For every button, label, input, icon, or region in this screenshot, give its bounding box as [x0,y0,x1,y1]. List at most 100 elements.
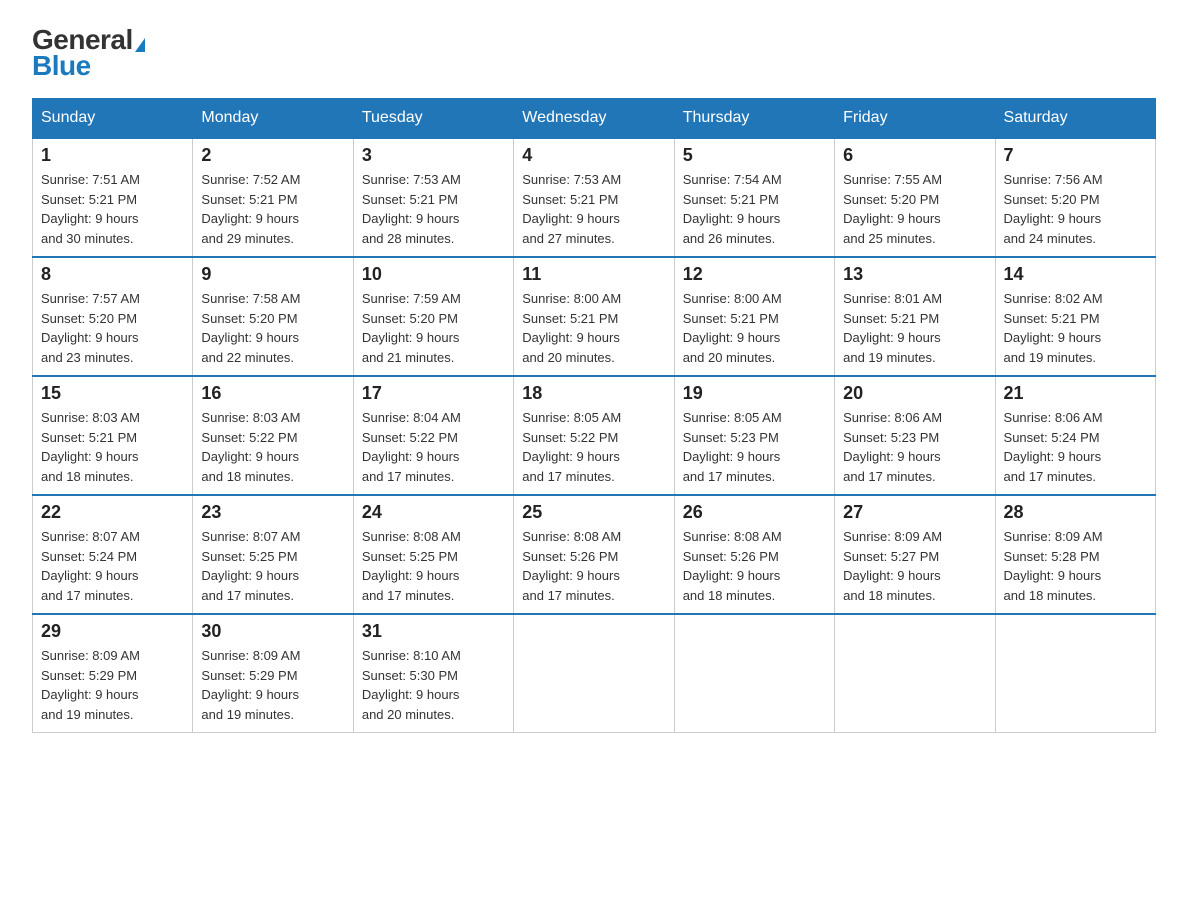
day-number: 8 [41,264,184,285]
day-cell: 27 Sunrise: 8:09 AM Sunset: 5:27 PM Dayl… [835,495,995,614]
week-row-1: 1 Sunrise: 7:51 AM Sunset: 5:21 PM Dayli… [33,138,1156,257]
week-row-4: 22 Sunrise: 8:07 AM Sunset: 5:24 PM Dayl… [33,495,1156,614]
day-cell: 31 Sunrise: 8:10 AM Sunset: 5:30 PM Dayl… [353,614,513,733]
day-info: Sunrise: 8:08 AM Sunset: 5:26 PM Dayligh… [522,527,665,605]
day-cell: 25 Sunrise: 8:08 AM Sunset: 5:26 PM Dayl… [514,495,674,614]
day-cell: 13 Sunrise: 8:01 AM Sunset: 5:21 PM Dayl… [835,257,995,376]
logo-triangle-icon [135,38,145,52]
day-info: Sunrise: 7:52 AM Sunset: 5:21 PM Dayligh… [201,170,344,248]
day-info: Sunrise: 8:09 AM Sunset: 5:28 PM Dayligh… [1004,527,1147,605]
day-cell: 6 Sunrise: 7:55 AM Sunset: 5:20 PM Dayli… [835,138,995,257]
day-info: Sunrise: 8:06 AM Sunset: 5:23 PM Dayligh… [843,408,986,486]
day-info: Sunrise: 7:55 AM Sunset: 5:20 PM Dayligh… [843,170,986,248]
day-cell: 8 Sunrise: 7:57 AM Sunset: 5:20 PM Dayli… [33,257,193,376]
day-number: 5 [683,145,826,166]
day-info: Sunrise: 8:09 AM Sunset: 5:29 PM Dayligh… [41,646,184,724]
day-info: Sunrise: 8:07 AM Sunset: 5:25 PM Dayligh… [201,527,344,605]
day-number: 31 [362,621,505,642]
day-number: 6 [843,145,986,166]
day-number: 30 [201,621,344,642]
day-info: Sunrise: 8:07 AM Sunset: 5:24 PM Dayligh… [41,527,184,605]
day-info: Sunrise: 7:59 AM Sunset: 5:20 PM Dayligh… [362,289,505,367]
day-cell: 22 Sunrise: 8:07 AM Sunset: 5:24 PM Dayl… [33,495,193,614]
week-row-3: 15 Sunrise: 8:03 AM Sunset: 5:21 PM Dayl… [33,376,1156,495]
day-info: Sunrise: 7:53 AM Sunset: 5:21 PM Dayligh… [522,170,665,248]
day-number: 1 [41,145,184,166]
calendar-table: SundayMondayTuesdayWednesdayThursdayFrid… [32,98,1156,733]
day-number: 11 [522,264,665,285]
day-number: 18 [522,383,665,404]
day-number: 13 [843,264,986,285]
day-info: Sunrise: 8:08 AM Sunset: 5:26 PM Dayligh… [683,527,826,605]
day-info: Sunrise: 8:05 AM Sunset: 5:23 PM Dayligh… [683,408,826,486]
header-row: SundayMondayTuesdayWednesdayThursdayFrid… [33,99,1156,139]
day-number: 21 [1004,383,1147,404]
day-info: Sunrise: 7:51 AM Sunset: 5:21 PM Dayligh… [41,170,184,248]
day-cell: 24 Sunrise: 8:08 AM Sunset: 5:25 PM Dayl… [353,495,513,614]
day-info: Sunrise: 8:05 AM Sunset: 5:22 PM Dayligh… [522,408,665,486]
page-header: General Blue [32,24,1156,82]
day-cell: 12 Sunrise: 8:00 AM Sunset: 5:21 PM Dayl… [674,257,834,376]
day-info: Sunrise: 8:00 AM Sunset: 5:21 PM Dayligh… [522,289,665,367]
day-cell: 9 Sunrise: 7:58 AM Sunset: 5:20 PM Dayli… [193,257,353,376]
day-info: Sunrise: 8:03 AM Sunset: 5:22 PM Dayligh… [201,408,344,486]
day-number: 4 [522,145,665,166]
day-info: Sunrise: 7:56 AM Sunset: 5:20 PM Dayligh… [1004,170,1147,248]
day-info: Sunrise: 7:57 AM Sunset: 5:20 PM Dayligh… [41,289,184,367]
day-number: 29 [41,621,184,642]
day-info: Sunrise: 8:03 AM Sunset: 5:21 PM Dayligh… [41,408,184,486]
day-number: 27 [843,502,986,523]
day-number: 26 [683,502,826,523]
header-thursday: Thursday [674,99,834,139]
header-tuesday: Tuesday [353,99,513,139]
day-cell: 1 Sunrise: 7:51 AM Sunset: 5:21 PM Dayli… [33,138,193,257]
header-sunday: Sunday [33,99,193,139]
day-number: 12 [683,264,826,285]
day-cell: 18 Sunrise: 8:05 AM Sunset: 5:22 PM Dayl… [514,376,674,495]
day-cell: 28 Sunrise: 8:09 AM Sunset: 5:28 PM Dayl… [995,495,1155,614]
day-info: Sunrise: 8:10 AM Sunset: 5:30 PM Dayligh… [362,646,505,724]
day-number: 24 [362,502,505,523]
day-cell: 23 Sunrise: 8:07 AM Sunset: 5:25 PM Dayl… [193,495,353,614]
day-info: Sunrise: 8:09 AM Sunset: 5:29 PM Dayligh… [201,646,344,724]
day-info: Sunrise: 8:01 AM Sunset: 5:21 PM Dayligh… [843,289,986,367]
day-cell: 16 Sunrise: 8:03 AM Sunset: 5:22 PM Dayl… [193,376,353,495]
logo-blue-text: Blue [32,50,91,82]
day-cell: 26 Sunrise: 8:08 AM Sunset: 5:26 PM Dayl… [674,495,834,614]
day-cell: 20 Sunrise: 8:06 AM Sunset: 5:23 PM Dayl… [835,376,995,495]
day-cell: 2 Sunrise: 7:52 AM Sunset: 5:21 PM Dayli… [193,138,353,257]
day-cell [514,614,674,733]
day-number: 16 [201,383,344,404]
header-saturday: Saturday [995,99,1155,139]
week-row-5: 29 Sunrise: 8:09 AM Sunset: 5:29 PM Dayl… [33,614,1156,733]
day-number: 9 [201,264,344,285]
day-number: 7 [1004,145,1147,166]
day-info: Sunrise: 8:06 AM Sunset: 5:24 PM Dayligh… [1004,408,1147,486]
week-row-2: 8 Sunrise: 7:57 AM Sunset: 5:20 PM Dayli… [33,257,1156,376]
header-wednesday: Wednesday [514,99,674,139]
day-cell: 10 Sunrise: 7:59 AM Sunset: 5:20 PM Dayl… [353,257,513,376]
day-number: 14 [1004,264,1147,285]
day-number: 19 [683,383,826,404]
day-number: 25 [522,502,665,523]
logo: General Blue [32,24,145,82]
day-cell: 19 Sunrise: 8:05 AM Sunset: 5:23 PM Dayl… [674,376,834,495]
day-cell: 5 Sunrise: 7:54 AM Sunset: 5:21 PM Dayli… [674,138,834,257]
day-info: Sunrise: 7:53 AM Sunset: 5:21 PM Dayligh… [362,170,505,248]
day-cell: 17 Sunrise: 8:04 AM Sunset: 5:22 PM Dayl… [353,376,513,495]
day-info: Sunrise: 7:58 AM Sunset: 5:20 PM Dayligh… [201,289,344,367]
day-number: 22 [41,502,184,523]
day-cell: 7 Sunrise: 7:56 AM Sunset: 5:20 PM Dayli… [995,138,1155,257]
day-info: Sunrise: 8:04 AM Sunset: 5:22 PM Dayligh… [362,408,505,486]
day-number: 23 [201,502,344,523]
day-cell: 3 Sunrise: 7:53 AM Sunset: 5:21 PM Dayli… [353,138,513,257]
day-info: Sunrise: 7:54 AM Sunset: 5:21 PM Dayligh… [683,170,826,248]
day-cell: 15 Sunrise: 8:03 AM Sunset: 5:21 PM Dayl… [33,376,193,495]
day-info: Sunrise: 8:00 AM Sunset: 5:21 PM Dayligh… [683,289,826,367]
day-cell [995,614,1155,733]
day-cell [835,614,995,733]
day-info: Sunrise: 8:02 AM Sunset: 5:21 PM Dayligh… [1004,289,1147,367]
day-cell: 11 Sunrise: 8:00 AM Sunset: 5:21 PM Dayl… [514,257,674,376]
header-monday: Monday [193,99,353,139]
day-number: 28 [1004,502,1147,523]
